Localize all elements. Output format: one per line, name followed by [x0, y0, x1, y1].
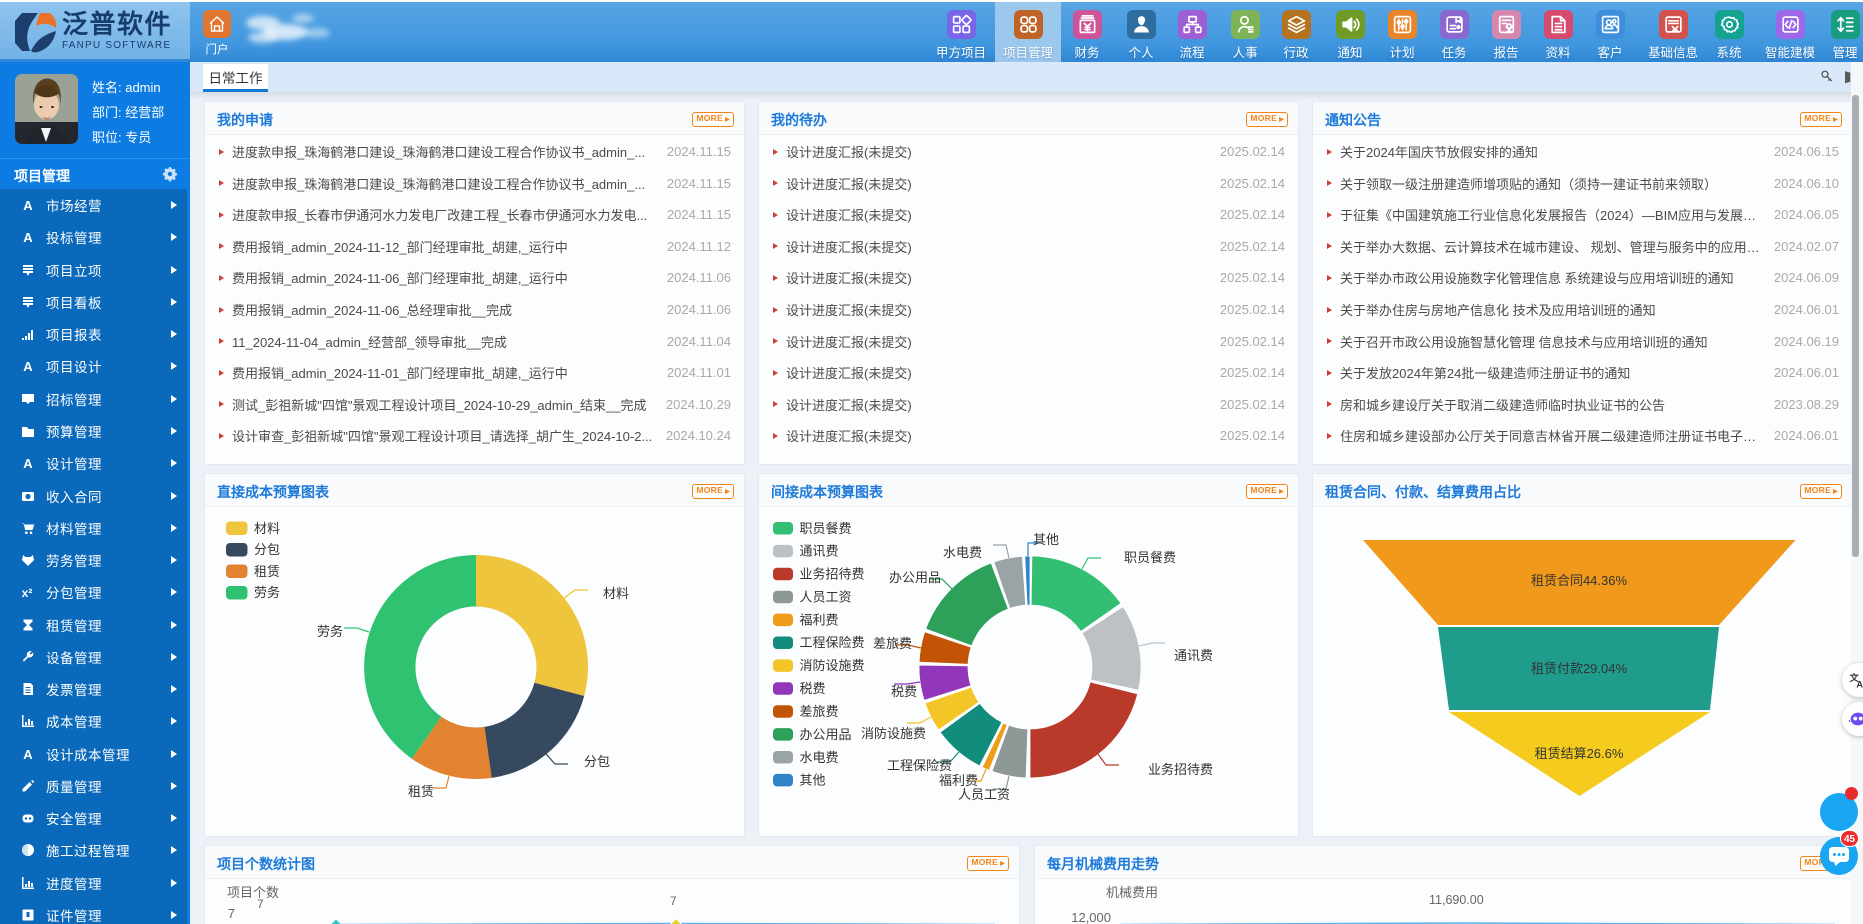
svg-text:差旅费: 差旅费 — [873, 636, 912, 651]
svg-text:税费: 税费 — [891, 684, 917, 699]
svg-text:A: A — [23, 359, 33, 374]
svg-text:劳务: 劳务 — [254, 585, 280, 600]
svg-text:7: 7 — [228, 906, 235, 921]
svg-text:租赁付款29.04%: 租赁付款29.04% — [1531, 661, 1628, 676]
svg-text:税费: 税费 — [800, 681, 826, 696]
svg-text:12,000: 12,000 — [1071, 910, 1111, 924]
svg-text:福利费: 福利费 — [800, 612, 839, 627]
svg-text:租赁: 租赁 — [408, 784, 434, 799]
svg-text:租赁结算26.6%: 租赁结算26.6% — [1535, 746, 1624, 761]
svg-text:项目个数: 项目个数 — [227, 885, 279, 900]
svg-text:其他: 其他 — [800, 773, 826, 788]
svg-text:办公用品: 办公用品 — [889, 570, 941, 585]
svg-text:机械费用: 机械费用 — [1106, 885, 1158, 900]
svg-text:分包: 分包 — [254, 542, 280, 557]
svg-text:职员餐费: 职员餐费 — [800, 521, 852, 536]
svg-text:工程保险费: 工程保险费 — [800, 635, 865, 650]
svg-text:业务招待费: 业务招待费 — [800, 567, 865, 582]
svg-text:A: A — [23, 456, 33, 471]
svg-text:7: 7 — [670, 894, 677, 908]
svg-text:业务招待费: 业务招待费 — [1148, 762, 1213, 777]
svg-text:其他: 其他 — [1033, 532, 1059, 547]
svg-text:人员工资: 人员工资 — [958, 787, 1010, 802]
svg-text:材料: 材料 — [254, 521, 280, 536]
svg-text:通讯费: 通讯费 — [1174, 648, 1213, 663]
svg-text:水电费: 水电费 — [800, 750, 839, 765]
svg-text:通讯费: 通讯费 — [800, 544, 839, 559]
svg-text:劳务: 劳务 — [317, 624, 343, 639]
svg-text:x²: x² — [22, 586, 33, 600]
svg-text:差旅费: 差旅费 — [800, 704, 839, 719]
svg-text:水电费: 水电费 — [943, 545, 982, 560]
svg-text:材料: 材料 — [603, 586, 629, 601]
svg-text:A: A — [23, 198, 33, 213]
svg-text:职员餐费: 职员餐费 — [1124, 550, 1176, 565]
svg-text:人员工资: 人员工资 — [800, 589, 852, 604]
svg-text:11,690.00: 11,690.00 — [1429, 893, 1484, 907]
svg-text:租赁: 租赁 — [254, 564, 280, 579]
svg-text:A: A — [23, 230, 33, 245]
svg-text:工程保险费: 工程保险费 — [887, 758, 952, 773]
svg-text:消防设施费: 消防设施费 — [800, 658, 865, 673]
svg-text:福利费: 福利费 — [939, 773, 978, 788]
svg-text:租赁合同44.36%: 租赁合同44.36% — [1531, 573, 1628, 588]
svg-text:分包: 分包 — [584, 754, 610, 769]
svg-text:消防设施费: 消防设施费 — [861, 726, 926, 741]
svg-text:A: A — [23, 747, 33, 762]
svg-text:办公用品: 办公用品 — [800, 727, 852, 742]
svg-text:7: 7 — [257, 897, 264, 911]
svg-text:A: A — [1856, 680, 1863, 690]
